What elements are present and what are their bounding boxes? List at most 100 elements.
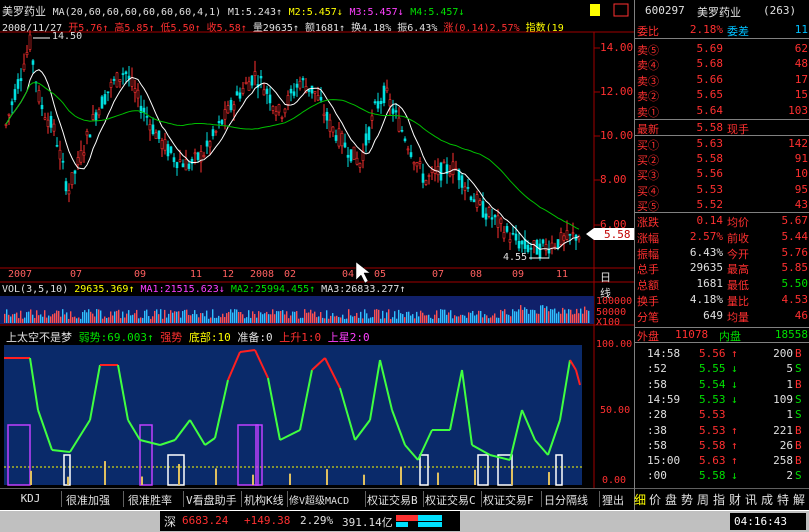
indicator-title: 上太空不是梦 <box>6 331 72 344</box>
side-tab[interactable]: 势 <box>681 491 693 508</box>
sell-order-row[interactable]: 卖③ 5.66 17 <box>635 73 809 89</box>
indicator-spike <box>67 476 69 485</box>
volume-bar <box>480 310 482 323</box>
stat-row[interactable]: 换手 4.18% 量比 4.53 <box>635 293 809 309</box>
volume-bar <box>108 317 110 323</box>
tab-jigou[interactable]: 机构K线 <box>242 491 288 507</box>
tab-ri-fengexian[interactable]: 日分隔线 <box>542 491 600 507</box>
volume-bar <box>296 311 298 323</box>
candle-body <box>478 200 482 205</box>
sell-order-row[interactable]: 卖⑤ 5.69 62 <box>635 42 809 58</box>
buy-order-row[interactable]: 买② 5.58 91 <box>635 152 809 168</box>
tick-row[interactable]: :38 5.53 ↑ 221 B <box>635 424 809 440</box>
volume-bar <box>508 314 510 323</box>
stat-row[interactable]: 振幅 6.43% 今开 5.76 <box>635 246 809 262</box>
volume-bar <box>148 316 150 323</box>
tab-hen-zhun-jiaqiang[interactable]: 很准加强 <box>62 491 124 507</box>
volume-bar <box>420 310 422 323</box>
tick-time: :58 <box>647 377 667 391</box>
tick-row[interactable]: :00 5.58 ↓ 2 S <box>635 469 809 485</box>
volume-bar <box>520 305 522 323</box>
stat-row[interactable]: 涨跌 0.14 均价 5.67 <box>635 214 809 230</box>
pin-icon[interactable] <box>590 4 600 16</box>
candle-body <box>172 157 176 163</box>
side-tab[interactable]: 讯 <box>745 491 757 508</box>
tick-row[interactable]: 14:59 5.53 ↓ 109 S <box>635 393 809 409</box>
stat-row[interactable]: 总额 1681 最低 5.50 <box>635 277 809 293</box>
volume-bar <box>196 314 198 323</box>
tab-hen-zhun-shenglv[interactable]: 很准胜率 <box>124 491 184 507</box>
stock-number: (263) <box>763 4 797 17</box>
volume-bar <box>454 315 456 323</box>
side-tab[interactable]: 解 <box>793 491 805 508</box>
side-tab[interactable]: 价 <box>649 491 661 508</box>
tab-lichu[interactable]: 狸出 <box>600 491 634 507</box>
volume-bar <box>380 318 382 323</box>
volume-bar <box>440 309 442 323</box>
volume-bar <box>226 313 228 323</box>
candle-body <box>514 233 518 241</box>
volume-bar <box>58 310 60 323</box>
side-tab[interactable]: 成 <box>761 491 773 508</box>
now-hand-label: 现手 <box>727 123 749 136</box>
candle-body <box>265 88 269 94</box>
volume-bar <box>4 313 6 323</box>
indicator-spike <box>141 476 143 485</box>
tab-macd[interactable]: 修V超级MACD <box>288 491 366 507</box>
tick-row[interactable]: :52 5.55 ↓ 5 S <box>635 362 809 378</box>
tick-row[interactable]: :28 5.53 1 S <box>635 408 809 424</box>
sell-label: 卖③ <box>637 74 659 88</box>
candle-body <box>178 159 182 162</box>
volume-bar <box>94 316 96 323</box>
volume-bar <box>164 309 166 323</box>
stat-row[interactable]: 总手 29635 最高 5.85 <box>635 261 809 277</box>
sell-order-row[interactable]: 卖④ 5.68 48 <box>635 57 809 73</box>
tab-quanzheng-f[interactable]: 权证交易F <box>482 491 542 507</box>
indicator-spike <box>252 474 254 485</box>
volume-bar <box>40 314 42 323</box>
buy-order-row[interactable]: 买⑤ 5.52 43 <box>635 198 809 214</box>
indicator-header: 上太空不是梦 弱势:69.003↑ 强势 底部:10 准备:0 上升1:0 上星… <box>6 329 370 345</box>
volume-bar <box>554 308 556 323</box>
volume-bar <box>18 318 20 323</box>
stat-row[interactable]: 分笔 649 均量 46 <box>635 309 809 325</box>
tab-kanpan[interactable]: V看盘助手 <box>184 491 242 507</box>
side-tab[interactable]: 盘 <box>665 491 677 508</box>
tick-price: 5.53 <box>699 392 726 406</box>
index-ticker[interactable]: 深 6683.24 +149.38 2.29% 391.14亿 <box>160 511 460 531</box>
buy-order-row[interactable]: 买③ 5.56 10 <box>635 167 809 183</box>
sell-order-row[interactable]: 卖① 5.64 103 <box>635 104 809 120</box>
stat-row[interactable]: 涨幅 2.57% 前收 5.44 <box>635 230 809 246</box>
volume-bar <box>504 309 506 323</box>
candle-body <box>538 243 542 258</box>
tab-quanzheng-c[interactable]: 权证交易C <box>424 491 482 507</box>
volume-bar <box>424 315 426 323</box>
volume-bar <box>462 314 464 323</box>
tab-kdj[interactable]: KDJ <box>0 491 62 507</box>
tick-row[interactable]: :58 5.54 ↓ 1 B <box>635 378 809 394</box>
volume-bar <box>36 310 38 323</box>
indicator-spike <box>474 469 476 485</box>
tab-quanzheng-b[interactable]: 权证交易B <box>366 491 424 507</box>
tick-row[interactable]: 15:00 5.63 ↑ 258 B <box>635 454 809 470</box>
side-tab[interactable]: 特 <box>777 491 789 508</box>
side-tab[interactable]: 周 <box>697 491 709 508</box>
volume-bar <box>172 312 174 323</box>
sell-order-row[interactable]: 卖② 5.65 15 <box>635 88 809 104</box>
window-icon[interactable] <box>613 3 629 17</box>
side-tab[interactable]: 细 <box>634 491 646 508</box>
buy-order-row[interactable]: 买④ 5.53 95 <box>635 183 809 199</box>
volume-bar <box>52 314 54 323</box>
volume-bar <box>418 316 420 323</box>
side-tab[interactable]: 财 <box>729 491 741 508</box>
volume-bar <box>570 309 572 323</box>
tick-row[interactable]: :58 5.58 ↑ 26 B <box>635 439 809 455</box>
chart-area[interactable]: 美罗药业 MA(20,60,60,60,60,60,60,4,1) M1:5.2… <box>0 0 634 532</box>
volume-bar <box>138 318 140 323</box>
tick-time: :58 <box>647 438 667 452</box>
volume-bar <box>26 312 28 323</box>
tick-row[interactable]: 14:58 5.56 ↑ 200 B <box>635 347 809 363</box>
volume-bar <box>444 309 446 323</box>
side-tab[interactable]: 指 <box>713 491 725 508</box>
buy-order-row[interactable]: 买① 5.63 142 <box>635 137 809 153</box>
